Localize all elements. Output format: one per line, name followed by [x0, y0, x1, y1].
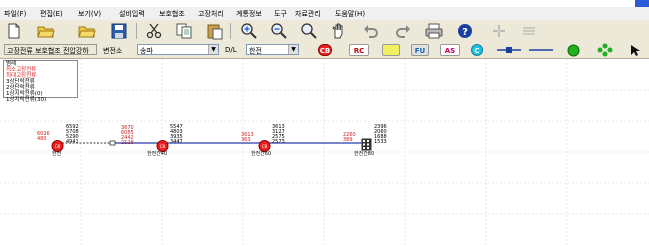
copy-icon[interactable]	[175, 22, 193, 40]
menu-protection[interactable]: 보호협조	[159, 9, 185, 19]
toolbar-separator	[136, 23, 137, 39]
circuit-breaker-node[interactable]: CB	[258, 137, 271, 152]
pointer-icon[interactable]	[629, 44, 641, 56]
dl-label: D/L	[225, 46, 237, 54]
switch-node	[109, 140, 116, 146]
mode-button-label: 고장전류 보호협조 전압강하	[7, 47, 89, 55]
node-right-values: 3613 3127 2575 2573	[272, 124, 285, 145]
substation-value: 송파	[140, 47, 153, 55]
dl-select[interactable]: 한전 ▼	[246, 44, 299, 55]
new-file-icon[interactable]	[5, 22, 23, 40]
node-left-values: 3613 363	[241, 132, 254, 143]
sectionalizer-button[interactable]	[382, 44, 400, 56]
menu-file[interactable]: 파일(F)	[4, 9, 26, 19]
cut-icon[interactable]	[145, 22, 163, 40]
grid	[0, 59, 649, 246]
circuit-breaker-node[interactable]: CB	[51, 137, 64, 152]
mode-button[interactable]: 고장전류 보호협조 전압강하	[4, 44, 97, 55]
menu-edit[interactable]: 편집(E)	[40, 9, 63, 19]
fu-button[interactable]: FU	[411, 44, 429, 56]
save-icon[interactable]	[110, 22, 128, 40]
open-folder-icon[interactable]	[37, 22, 55, 40]
redo-icon[interactable]	[394, 22, 412, 40]
menu-system-info[interactable]: 계통정보	[236, 9, 262, 19]
circuit-breaker-node[interactable]: CB	[156, 137, 169, 152]
node-label: 한전간60	[251, 151, 272, 157]
switch-line-icon[interactable]	[496, 44, 522, 56]
title-bar	[0, 0, 649, 7]
c-button[interactable]: C	[471, 44, 483, 56]
node-left-values: 3670 6085 2442 2128	[121, 125, 134, 146]
svg-text:CB: CB	[160, 144, 166, 149]
chevron-down-icon: ▼	[208, 45, 218, 54]
toolbar-separator	[230, 23, 231, 39]
menu-bar: 파일(F) 편집(E) 보기(V) 설비입력 보호협조 고장처리 계통정보 도구…	[0, 7, 649, 20]
zoom-out-icon[interactable]	[270, 22, 288, 40]
pan-hand-icon[interactable]	[330, 22, 348, 40]
node-left-values: 6026 480	[37, 131, 50, 142]
svg-text:CB: CB	[55, 144, 61, 149]
title-bar-accent	[635, 0, 649, 7]
svg-text:?: ?	[462, 27, 468, 38]
cb-button[interactable]: CB	[318, 44, 332, 56]
line-icon[interactable]	[528, 44, 554, 56]
substation-label: 변전소	[103, 47, 123, 55]
help-icon[interactable]: ?	[456, 22, 474, 40]
node-left-values: 2260 389	[343, 132, 356, 143]
paste-icon[interactable]	[206, 22, 224, 40]
open-folder-icon[interactable]	[78, 22, 96, 40]
node-label: 한전	[52, 151, 62, 157]
undo-icon[interactable]	[362, 22, 380, 40]
diagram-canvas[interactable]: 범례 최소고장전류 최대고장전류 3상단락전류 2상단락전류 1상지락전류(0)…	[0, 59, 649, 246]
grid-icon[interactable]	[520, 22, 538, 40]
chevron-down-icon: ▼	[288, 45, 298, 54]
main-toolbar: ?	[0, 20, 649, 43]
menu-data[interactable]: 자료관리	[295, 9, 321, 19]
legend-box: 범례 최소고장전류 최대고장전류 3상단락전류 2상단락전류 1상지락전류(0)…	[3, 60, 78, 103]
node-right-values: 6592 5708 5290 4941	[66, 124, 79, 145]
settings-icon[interactable]	[490, 22, 508, 40]
menu-view[interactable]: 보기(V)	[78, 9, 101, 19]
svg-text:CB: CB	[262, 144, 268, 149]
zoom-fit-icon[interactable]	[300, 22, 318, 40]
substation-select[interactable]: 송파 ▼	[137, 44, 219, 55]
zoom-in-icon[interactable]	[240, 22, 258, 40]
print-icon[interactable]	[425, 22, 443, 40]
menu-fault[interactable]: 고장처리	[198, 9, 224, 19]
menu-tools[interactable]: 도구	[274, 9, 287, 19]
node-right-values: 2396 2060 1688 1533	[374, 124, 387, 145]
legend-item: 1상지락전류(30)	[6, 97, 47, 103]
green-cross-icon[interactable]	[597, 43, 613, 57]
dl-value: 한전	[249, 47, 262, 55]
as-button[interactable]: AS	[440, 44, 460, 56]
option-bar: 고장전류 보호협조 전압강하 변전소 송파 ▼ D/L 한전 ▼ CB RC F…	[0, 42, 649, 59]
building-icon[interactable]	[361, 136, 372, 151]
node-label: 한전간40	[147, 151, 168, 157]
node-right-values: 5547 4803 3935 3447	[170, 124, 183, 145]
rc-button[interactable]: RC	[349, 44, 369, 56]
node-label: 한전간80	[354, 151, 375, 157]
menu-help[interactable]: 도움말(H)	[335, 9, 365, 19]
green-circle-icon[interactable]	[567, 44, 580, 57]
menu-facility-input[interactable]: 설비입력	[119, 9, 145, 19]
